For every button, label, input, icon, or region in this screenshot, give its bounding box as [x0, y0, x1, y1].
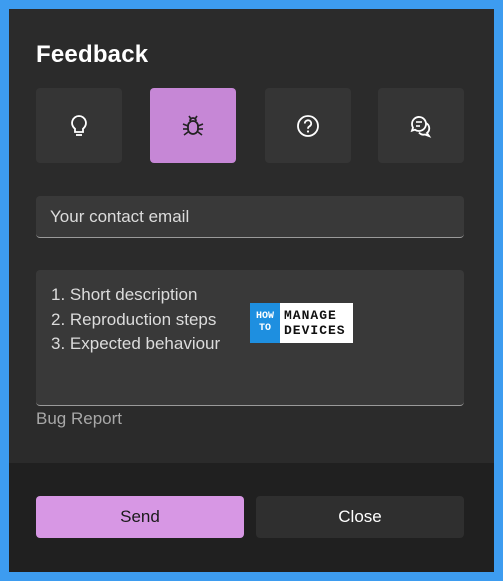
dialog-title: Feedback — [36, 41, 149, 68]
lightbulb-icon — [71, 114, 87, 136]
send-button[interactable]: Send — [36, 496, 244, 538]
description-line: 3. Expected behaviour — [51, 334, 221, 353]
chat-button[interactable] — [378, 88, 464, 163]
close-button[interactable]: Close — [256, 496, 464, 538]
description-line: 2. Reproduction steps — [51, 309, 217, 329]
question-icon — [297, 114, 319, 137]
question-button[interactable] — [265, 88, 351, 163]
email-placeholder: Your contact email — [50, 207, 190, 226]
bug-button[interactable] — [150, 88, 236, 163]
email-field[interactable]: Your contact email — [36, 196, 464, 238]
description-placeholder: 1. Short description 2. Reproduction ste… — [51, 283, 220, 357]
idea-button[interactable] — [36, 88, 122, 163]
bug-icon — [182, 115, 204, 136]
chat-icon — [410, 115, 432, 138]
feedback-dialog: Feedback Your contact email 1. Short des… — [9, 9, 494, 572]
report-type-label: Bug Report — [36, 409, 122, 428]
watermark-logo: HOW TO MANAGE DEVICES — [250, 303, 353, 343]
description-line: 1. Short description — [51, 285, 198, 304]
description-field[interactable]: 1. Short description 2. Reproduction ste… — [36, 270, 464, 406]
dialog-footer: Send Close — [9, 463, 494, 572]
